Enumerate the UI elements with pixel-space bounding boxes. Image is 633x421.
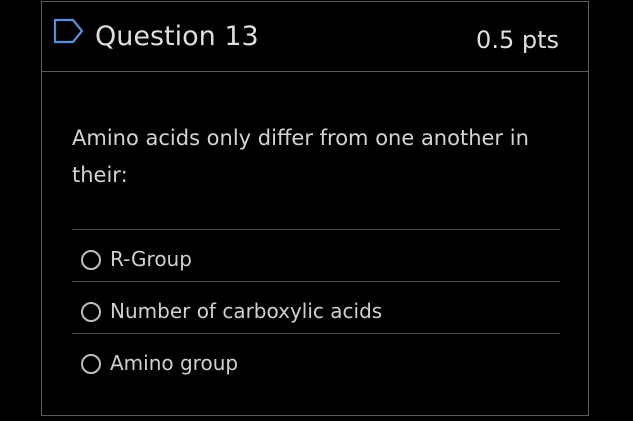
answer-label: Number of carboxylic acids — [110, 299, 383, 323]
answer-label: R-Group — [110, 247, 192, 271]
question-prompt: Amino acids only differ from one another… — [72, 126, 529, 187]
radio-button[interactable] — [81, 302, 101, 322]
answer-list: R-Group Number of carboxylic acids Amino… — [72, 229, 560, 386]
answer-label: Amino group — [110, 351, 239, 375]
answer-option-carboxylic-acids[interactable]: Number of carboxylic acids — [72, 282, 560, 334]
answer-option-amino-group[interactable]: Amino group — [72, 334, 560, 386]
question-title: Question 13 — [95, 21, 259, 52]
flag-question-icon[interactable] — [53, 18, 85, 44]
question-header: Question 13 0.5 pts — [42, 2, 588, 72]
radio-button[interactable] — [81, 354, 101, 374]
answer-option-r-group[interactable]: R-Group — [72, 230, 560, 282]
question-points: 0.5 pts — [476, 26, 559, 54]
radio-button[interactable] — [81, 250, 101, 270]
question-card: Question 13 0.5 pts Amino acids only dif… — [41, 1, 589, 416]
